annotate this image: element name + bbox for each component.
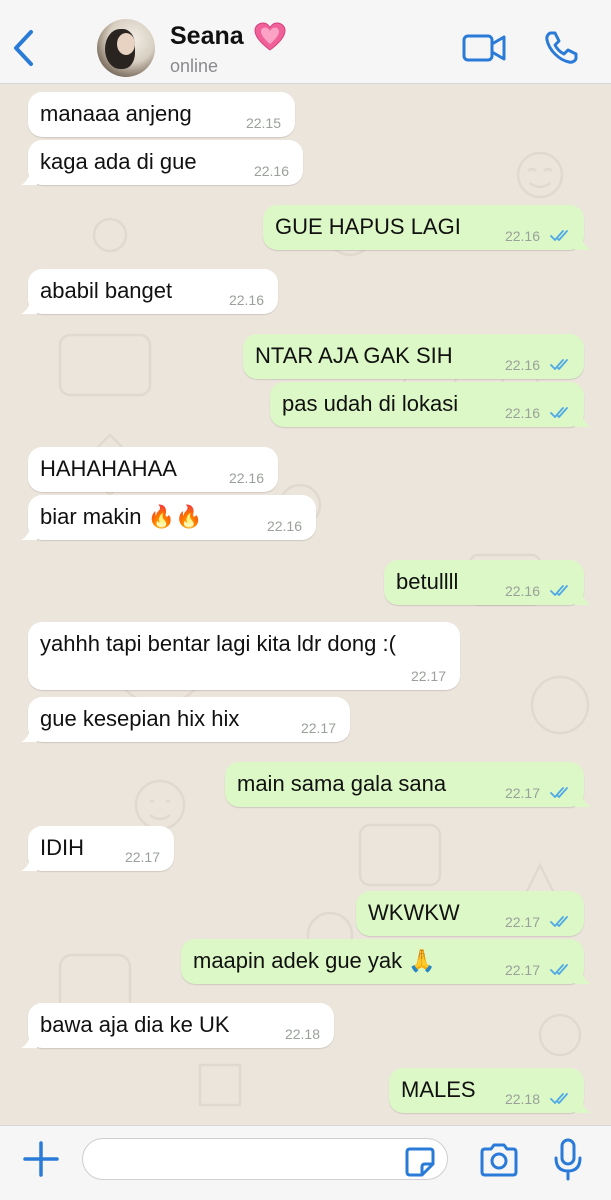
outgoing-message[interactable]: GUE HAPUS LAGI 22.16 xyxy=(263,205,591,250)
outgoing-message[interactable]: maapin adek gue yak 🙏 22.17 xyxy=(181,939,591,984)
video-call-icon[interactable] xyxy=(462,32,506,64)
bubble-tail xyxy=(21,855,37,871)
message-text: betullll xyxy=(396,569,459,594)
message-time: 22.17 xyxy=(504,914,540,930)
outgoing-message[interactable]: pas udah di lokasi 22.16 xyxy=(270,382,591,427)
message-text: kaga ada di gue xyxy=(40,149,197,174)
contact-status: online xyxy=(170,56,219,76)
message-time: 22.16 xyxy=(504,228,540,244)
read-receipt-icon xyxy=(550,585,568,596)
microphone-icon[interactable] xyxy=(552,1138,584,1182)
incoming-message[interactable]: bawa aja dia ke UK 22.18 xyxy=(21,1003,334,1048)
message-time: 22.17 xyxy=(124,849,160,865)
incoming-message[interactable]: ababil banget 22.16 xyxy=(21,269,278,314)
message-text: maapin adek gue yak 🙏 xyxy=(193,948,436,973)
message-time: 22.18 xyxy=(284,1026,320,1042)
message-time: 22.16 xyxy=(228,470,264,486)
message-time: 22.17 xyxy=(504,962,540,978)
message-text: main sama gala sana xyxy=(237,771,447,796)
contact-name[interactable]: Seana xyxy=(170,22,244,51)
incoming-message[interactable]: IDIH 22.17 xyxy=(21,826,174,871)
message-text: manaaa anjeng xyxy=(40,101,192,126)
read-receipt-icon xyxy=(550,407,568,418)
chat-header: Seana online xyxy=(0,0,611,84)
incoming-message[interactable]: manaaa anjeng 22.15 xyxy=(28,92,295,137)
message-time: 22.17 xyxy=(504,785,540,801)
message-text: yahhh tapi bentar lagi kita ldr dong :( xyxy=(40,631,396,656)
incoming-message[interactable]: yahhh tapi bentar lagi kita ldr dong :( 2… xyxy=(28,622,460,690)
message-text: bawa aja dia ke UK xyxy=(40,1012,230,1037)
incoming-message[interactable]: biar makin 🔥🔥 22.16 xyxy=(21,495,316,540)
read-receipt-icon xyxy=(550,359,568,370)
bubble-tail xyxy=(21,726,37,742)
message-time: 22.16 xyxy=(504,583,540,599)
message-text: gue kesepian hix hix xyxy=(40,706,240,731)
message-text: ababil banget xyxy=(40,278,173,303)
message-text: MALES xyxy=(401,1077,476,1102)
read-receipt-icon xyxy=(550,916,568,927)
read-receipt-icon xyxy=(550,787,568,798)
message-input[interactable] xyxy=(82,1138,448,1180)
message-text: NTAR AJA GAK SIH xyxy=(255,343,453,368)
outgoing-message[interactable]: WKWKW 22.17 xyxy=(356,891,584,936)
message-time: 22.16 xyxy=(504,357,540,373)
phone-icon[interactable] xyxy=(543,30,579,66)
bubble-tail xyxy=(575,1097,591,1113)
sticker-icon[interactable] xyxy=(404,1146,436,1178)
message-text: HAHAHAHAA xyxy=(40,456,177,481)
message-time: 22.18 xyxy=(504,1091,540,1107)
message-time: 22.16 xyxy=(266,518,302,534)
message-time: 22.16 xyxy=(504,405,540,421)
read-receipt-icon xyxy=(550,964,568,975)
heart-icon xyxy=(254,22,286,51)
incoming-message[interactable]: gue kesepian hix hix 22.17 xyxy=(21,697,350,742)
message-time: 22.15 xyxy=(245,115,281,131)
bubble-tail xyxy=(575,968,591,984)
incoming-message[interactable]: HAHAHAHAA 22.16 xyxy=(28,447,278,492)
bubble-tail xyxy=(21,169,37,185)
bubble-tail xyxy=(575,791,591,807)
compose-bar xyxy=(0,1125,611,1200)
bubble-tail xyxy=(575,234,591,250)
message-text: biar makin 🔥🔥 xyxy=(40,504,203,529)
read-receipt-icon xyxy=(550,230,568,241)
avatar[interactable] xyxy=(97,19,155,77)
bubble-tail xyxy=(21,298,37,314)
incoming-message[interactable]: kaga ada di gue 22.16 xyxy=(21,140,303,185)
message-text: IDIH xyxy=(40,835,84,860)
plus-icon[interactable] xyxy=(22,1140,60,1178)
message-text: pas udah di lokasi xyxy=(282,391,459,416)
chat-messages[interactable]: manaaa anjeng 22.15 kaga ada di gue 22.16 GU… xyxy=(0,85,611,1125)
message-time: 22.17 xyxy=(300,720,336,736)
message-text: GUE HAPUS LAGI xyxy=(275,214,461,239)
message-time: 22.17 xyxy=(410,668,446,684)
chevron-left-icon[interactable] xyxy=(10,28,38,68)
message-text: WKWKW xyxy=(368,900,460,925)
camera-icon[interactable] xyxy=(478,1142,520,1178)
outgoing-message[interactable]: NTAR AJA GAK SIH 22.16 xyxy=(243,334,584,379)
read-receipt-icon xyxy=(550,1093,568,1104)
outgoing-message[interactable]: MALES 22.18 xyxy=(389,1068,591,1113)
bubble-tail xyxy=(21,1032,37,1048)
bubble-tail xyxy=(575,589,591,605)
bubble-tail xyxy=(21,524,37,540)
message-time: 22.16 xyxy=(253,163,289,179)
message-time: 22.16 xyxy=(228,292,264,308)
outgoing-message[interactable]: main sama gala sana 22.17 xyxy=(225,762,591,807)
outgoing-message[interactable]: betullll 22.16 xyxy=(384,560,591,605)
bubble-tail xyxy=(575,411,591,427)
